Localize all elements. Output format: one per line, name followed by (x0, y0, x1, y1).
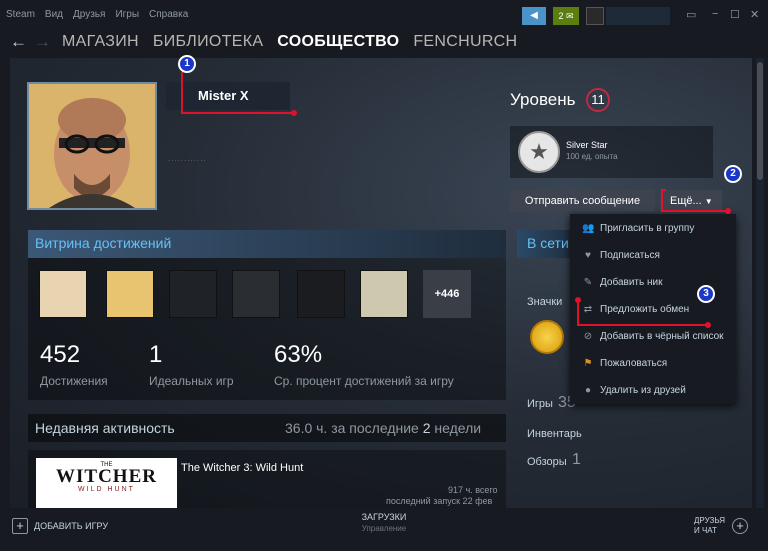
pencil-icon: ✎ (583, 277, 593, 288)
profile-name: Mister X (166, 82, 290, 110)
scrollbar-thumb[interactable] (757, 62, 763, 180)
send-message-button[interactable]: Отправить сообщение (510, 190, 655, 212)
flag-icon: ⚑ (583, 358, 593, 369)
stat-percent-value: 63% (274, 341, 323, 368)
notification-count: 2 (558, 11, 564, 21)
user-remove-icon: ● (584, 385, 592, 396)
game-hours: 917 ч. всего (448, 485, 498, 495)
achievement-title: Витрина достижений (35, 235, 172, 251)
downloads-manage: Управление (361, 524, 407, 533)
chevron-down-icon: ▼ (704, 197, 713, 206)
nav-library[interactable]: БИБЛИОТЕКА (153, 33, 263, 51)
downloads-label: ЗАГРУЗКИ (361, 512, 407, 522)
reviews-link[interactable]: Обзоры (527, 456, 567, 468)
online-status: В сети (527, 235, 569, 251)
menu-friends[interactable]: Друзья (73, 9, 105, 20)
menu-block[interactable]: Добавить в чёрный список (570, 323, 736, 350)
level-badge: 11 (586, 88, 610, 112)
menu-remove-friend[interactable]: Удалить из друзей (570, 377, 736, 404)
megaphone-icon: ◀ (530, 10, 538, 21)
main-nav: ← → МАГАЗИН БИБЛИОТЕКА СООБЩЕСТВО FENCHU… (0, 30, 768, 58)
title-bar: Steam Вид Друзья Игры Справка ◀ 2 ✉ ▭ − … (0, 0, 768, 30)
achievement-icon-5[interactable] (297, 270, 345, 318)
user-avatar[interactable] (586, 7, 604, 25)
menu-invite-to-group[interactable]: Пригласить в группу (570, 215, 736, 242)
nav-community[interactable]: СООБЩЕСТВО (277, 33, 399, 51)
more-label: Ещё... (670, 195, 702, 207)
menu-follow[interactable]: Подписаться (570, 242, 736, 269)
hours-suffix: недели (434, 420, 482, 436)
follow-icon: ♥ (585, 250, 591, 261)
invite-icon: 👥 (582, 223, 595, 234)
games-link[interactable]: Игры (527, 398, 553, 410)
forward-arrow-icon[interactable]: → (34, 32, 51, 52)
nav-username[interactable]: FENCHURCH (413, 33, 517, 51)
profile-summary: ............ (168, 154, 207, 163)
downloads-button[interactable]: ЗАГРУЗКИ Управление (359, 512, 409, 533)
stat-perfect-value: 1 (149, 341, 163, 368)
nav-store[interactable]: МАГАЗИН (62, 33, 139, 51)
back-arrow-icon[interactable]: ← (10, 32, 27, 52)
menu-help[interactable]: Справка (149, 9, 188, 20)
achievement-icon-1[interactable] (39, 270, 87, 318)
badge-xp: 100 ед. опыта (566, 152, 618, 161)
close-icon[interactable]: ✕ (750, 8, 759, 21)
game-capsule[interactable]: THE WITCHER WILD HUNT (36, 458, 177, 508)
add-game-button[interactable]: + ДОБАВИТЬ ИГРУ (12, 518, 108, 534)
friends-plus-icon[interactable]: + (732, 518, 748, 534)
stat-achievements-value: 452 (40, 341, 81, 368)
stat-percent-label: Ср. процент достижений за игру (274, 374, 454, 388)
chat-label: И ЧАТ (694, 526, 717, 535)
menu-report[interactable]: Пожаловаться (570, 350, 736, 377)
menu-view[interactable]: Вид (45, 9, 63, 20)
badge-coin-icon[interactable] (530, 320, 564, 354)
game-last-played: последний запуск 22 фев (386, 496, 493, 506)
badges-link[interactable]: Значки (527, 296, 562, 308)
achievement-icon-4[interactable] (232, 270, 280, 318)
inventory-link[interactable]: Инвентарь (527, 428, 582, 440)
annotation-marker-1: 1 (178, 55, 196, 73)
plus-icon: + (12, 518, 28, 534)
trade-icon: ⇄ (583, 304, 593, 315)
menu-games[interactable]: Игры (115, 9, 139, 20)
maximize-icon[interactable]: ☐ (730, 8, 740, 21)
annotation-marker-3: 3 (697, 285, 715, 303)
hours-prefix: 36.0 ч. за последние (285, 420, 419, 436)
user-menu[interactable] (606, 7, 670, 25)
achievement-icon-3[interactable] (169, 270, 217, 318)
menu-steam[interactable]: Steam (6, 9, 35, 20)
activity-title: Недавняя активность (35, 420, 175, 436)
minimize-icon[interactable]: − (712, 8, 718, 20)
activity-hours: 36.0 ч. за последние 2 недели (285, 420, 481, 436)
block-icon: ⊘ (583, 331, 593, 342)
hours-num: 2 (422, 420, 431, 436)
notifications-button[interactable]: 2 ✉ (553, 7, 579, 25)
more-button[interactable]: Ещё... ▼ (660, 190, 722, 212)
add-game-label: ДОБАВИТЬ ИГРУ (34, 521, 109, 531)
stat-perfect-label: Идеальных игр (149, 374, 234, 388)
reviews-count: 1 (572, 451, 581, 468)
annotation-marker-2: 2 (724, 165, 742, 183)
logo-wild-hunt: WILD HUNT (78, 486, 135, 493)
achievement-icon-2[interactable] (106, 270, 154, 318)
logo-witcher: WITCHER (56, 466, 157, 487)
friends-label: ДРУЗЬЯ (694, 516, 725, 525)
menu-bar: Steam Вид Друзья Игры Справка (6, 9, 188, 20)
stat-achievements-label: Достижения (40, 374, 108, 388)
star-icon: ★ (518, 131, 560, 173)
mail-icon: ✉ (565, 11, 574, 21)
broadcast-button[interactable]: ◀ (522, 7, 546, 25)
game-name[interactable]: The Witcher 3: Wild Hunt (181, 462, 303, 474)
friends-chat-button[interactable]: ДРУЗЬЯ И ЧАТ (694, 516, 725, 536)
badge-name: Silver Star (566, 140, 608, 150)
more-achievements[interactable]: +446 (423, 270, 471, 318)
profile-avatar (27, 82, 157, 210)
level-label: Уровень (510, 90, 576, 109)
bigpicture-icon[interactable]: ▭ (686, 8, 696, 21)
achievement-icon-6[interactable] (360, 270, 408, 318)
